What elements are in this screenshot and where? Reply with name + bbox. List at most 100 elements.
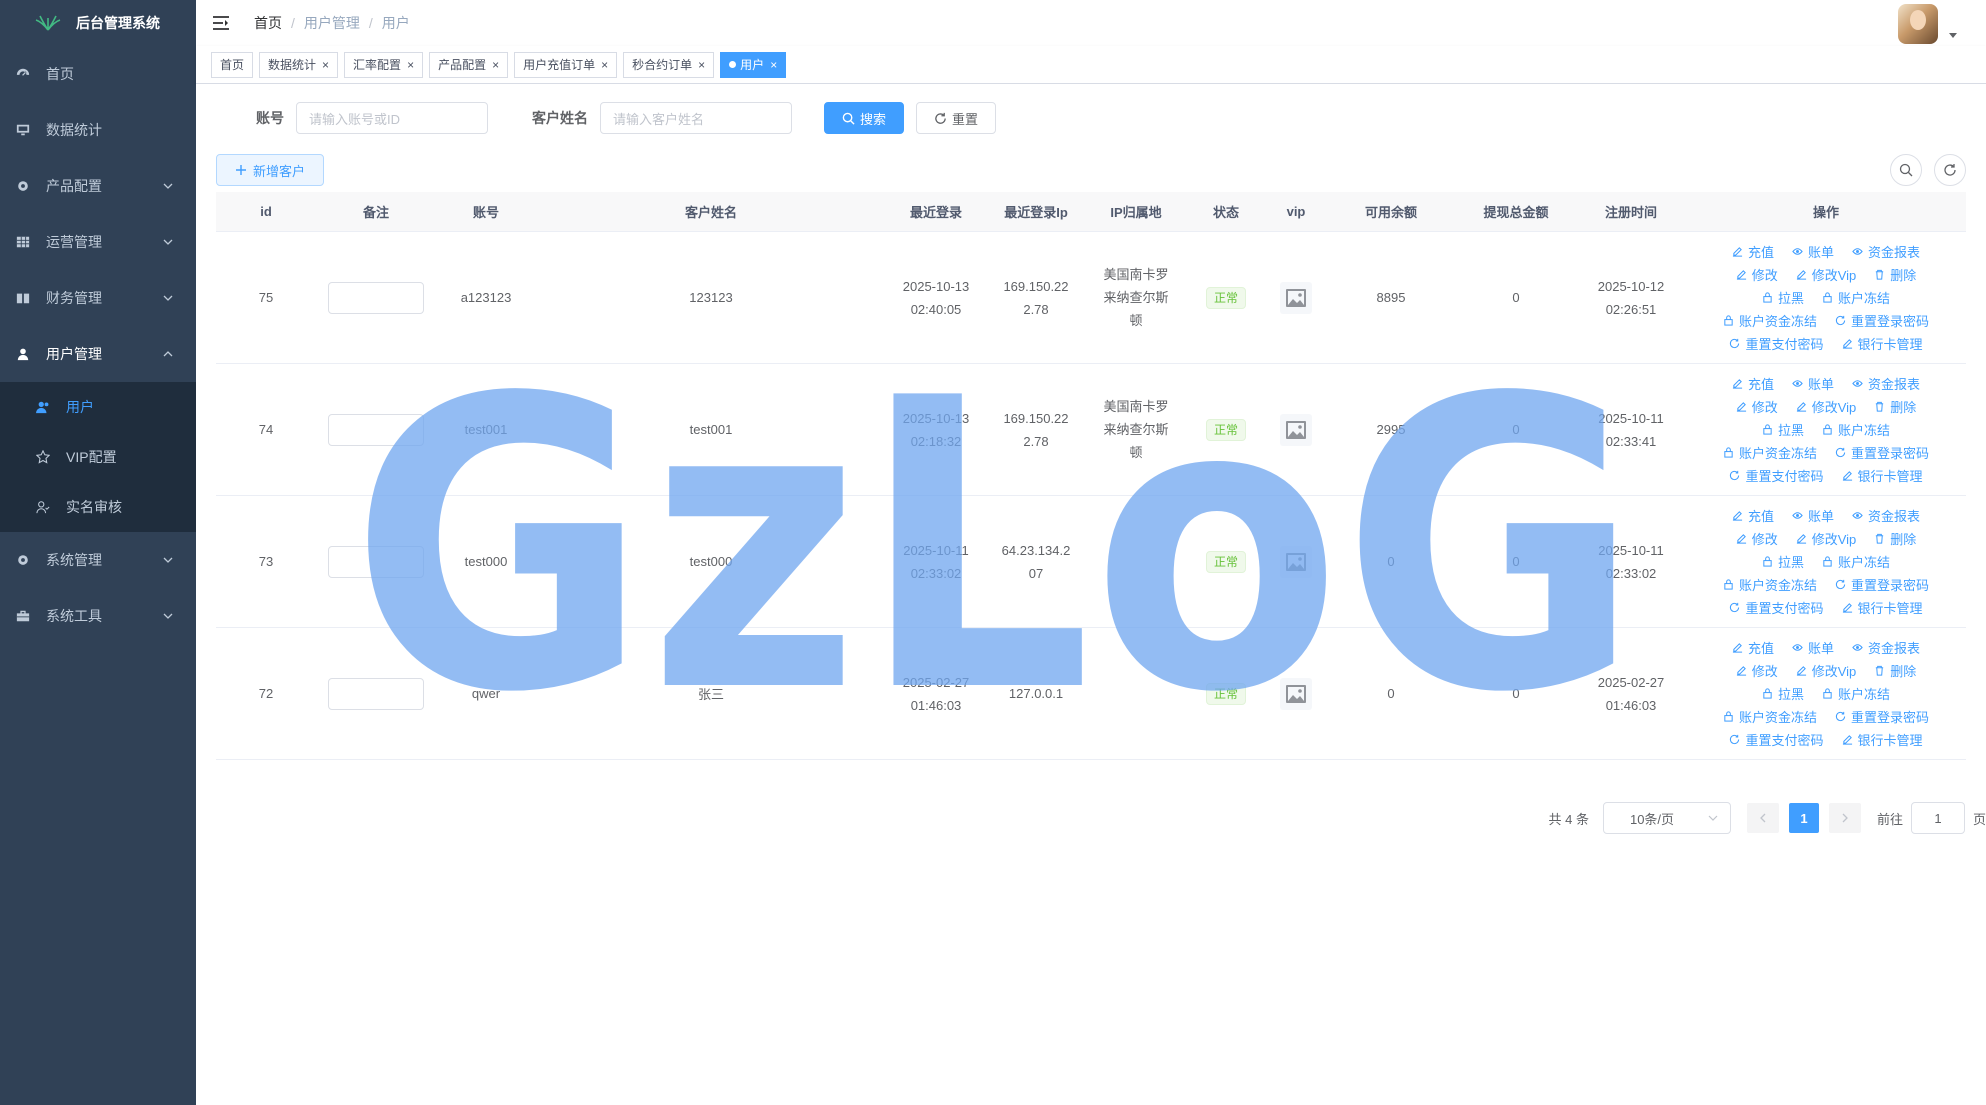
- close-icon[interactable]: ×: [492, 58, 499, 72]
- reset-button[interactable]: 重置: [916, 102, 996, 134]
- fund-report-button[interactable]: 资金报表: [1852, 638, 1920, 657]
- recharge-button[interactable]: 充值: [1732, 638, 1774, 657]
- tab-exchange-config[interactable]: 汇率配置 ×: [344, 51, 424, 78]
- hamburger-menu-icon[interactable]: [212, 14, 230, 32]
- customer-name-input[interactable]: 请输入客户姓名: [600, 102, 792, 134]
- bill-button[interactable]: 账单: [1792, 506, 1834, 525]
- blacklist-button[interactable]: 拉黑: [1762, 288, 1804, 307]
- reset-login-password-button[interactable]: 重置登录密码: [1835, 575, 1929, 594]
- note-input[interactable]: [328, 545, 424, 578]
- close-icon[interactable]: ×: [601, 58, 608, 72]
- vip-image[interactable]: [1280, 677, 1312, 710]
- close-icon[interactable]: ×: [407, 58, 414, 72]
- edit-vip-button[interactable]: 修改Vip: [1796, 529, 1856, 548]
- edit-button[interactable]: 修改: [1736, 529, 1778, 548]
- bank-card-button[interactable]: 银行卡管理: [1842, 334, 1923, 353]
- reset-pay-password-button[interactable]: 重置支付密码: [1729, 730, 1824, 749]
- edit-vip-button[interactable]: 修改Vip: [1796, 397, 1856, 416]
- bill-button[interactable]: 账单: [1792, 638, 1834, 657]
- user-avatar-menu[interactable]: [1898, 4, 1958, 44]
- blacklist-button[interactable]: 拉黑: [1762, 684, 1804, 703]
- fund-report-button[interactable]: 资金报表: [1852, 506, 1920, 525]
- reset-login-password-button[interactable]: 重置登录密码: [1835, 707, 1929, 726]
- tab-product-config[interactable]: 产品配置 ×: [429, 51, 509, 78]
- freeze-account-button[interactable]: 账户冻结: [1822, 684, 1890, 703]
- toggle-search-button[interactable]: [1890, 154, 1922, 186]
- app-logo[interactable]: 后台管理系统: [0, 0, 196, 46]
- sidebar-item-user-management[interactable]: 用户管理: [0, 326, 196, 382]
- delete-button[interactable]: 删除: [1874, 661, 1916, 680]
- cell-vip: [1266, 281, 1326, 314]
- bill-button[interactable]: 账单: [1792, 242, 1834, 261]
- note-input[interactable]: [328, 413, 424, 446]
- reset-pay-password-button[interactable]: 重置支付密码: [1729, 466, 1824, 485]
- tab-data-stats[interactable]: 数据统计 ×: [259, 51, 339, 78]
- search-button[interactable]: 搜索: [824, 102, 904, 134]
- goto-page-input[interactable]: 1: [1910, 802, 1965, 834]
- blacklist-button[interactable]: 拉黑: [1762, 552, 1804, 571]
- edit-button[interactable]: 修改: [1736, 661, 1778, 680]
- freeze-account-button[interactable]: 账户冻结: [1822, 420, 1890, 439]
- sidebar-item-vip-config[interactable]: VIP配置: [0, 432, 196, 482]
- reset-login-password-button[interactable]: 重置登录密码: [1835, 311, 1929, 330]
- next-page-button[interactable]: [1828, 803, 1861, 833]
- sidebar-item-stats[interactable]: 数据统计: [0, 102, 196, 158]
- fund-report-button[interactable]: 资金报表: [1852, 374, 1920, 393]
- add-customer-button[interactable]: 新增客户: [216, 154, 324, 186]
- reset-login-password-button[interactable]: 重置登录密码: [1835, 443, 1929, 462]
- recharge-button[interactable]: 充值: [1732, 242, 1774, 261]
- fund-report-button[interactable]: 资金报表: [1852, 242, 1920, 261]
- freeze-funds-button[interactable]: 账户资金冻结: [1723, 443, 1817, 462]
- page-size-select[interactable]: 10条/页: [1602, 802, 1731, 834]
- col-actions: 操作: [1812, 205, 1839, 220]
- close-icon[interactable]: ×: [698, 58, 705, 72]
- refresh-table-button[interactable]: [1934, 154, 1966, 186]
- freeze-account-button[interactable]: 账户冻结: [1822, 288, 1890, 307]
- sidebar-item-label: VIP配置: [66, 449, 117, 465]
- sidebar-item-system-tools[interactable]: 系统工具: [0, 588, 196, 644]
- prev-page-button[interactable]: [1746, 803, 1779, 833]
- delete-button[interactable]: 删除: [1874, 529, 1916, 548]
- avatar[interactable]: [1898, 4, 1938, 44]
- delete-button[interactable]: 删除: [1874, 397, 1916, 416]
- tab-recharge-orders[interactable]: 用户充值订单 ×: [514, 51, 618, 78]
- blacklist-button[interactable]: 拉黑: [1762, 420, 1804, 439]
- page-number-current[interactable]: 1: [1788, 803, 1819, 833]
- freeze-funds-button[interactable]: 账户资金冻结: [1723, 707, 1817, 726]
- sidebar-item-system-management[interactable]: 系统管理: [0, 532, 196, 588]
- freeze-funds-button[interactable]: 账户资金冻结: [1723, 311, 1817, 330]
- freeze-funds-button[interactable]: 账户资金冻结: [1723, 575, 1817, 594]
- vip-image[interactable]: [1280, 281, 1312, 314]
- delete-button[interactable]: 删除: [1874, 265, 1916, 284]
- freeze-account-button[interactable]: 账户冻结: [1822, 552, 1890, 571]
- reset-pay-password-button[interactable]: 重置支付密码: [1729, 334, 1824, 353]
- close-icon[interactable]: ×: [322, 58, 329, 72]
- edit-button[interactable]: 修改: [1736, 397, 1778, 416]
- vip-image[interactable]: [1280, 545, 1312, 578]
- edit-vip-button[interactable]: 修改Vip: [1796, 265, 1856, 284]
- tab-users[interactable]: 用户 ×: [720, 51, 787, 78]
- bank-card-button[interactable]: 银行卡管理: [1842, 730, 1923, 749]
- edit-vip-button[interactable]: 修改Vip: [1796, 661, 1856, 680]
- recharge-button[interactable]: 充值: [1732, 506, 1774, 525]
- sidebar-item-users[interactable]: 用户: [0, 382, 196, 432]
- account-search-input[interactable]: 请输入账号或ID: [296, 102, 488, 134]
- note-input[interactable]: [328, 677, 424, 710]
- bank-card-button[interactable]: 银行卡管理: [1842, 466, 1923, 485]
- edit-button[interactable]: 修改: [1736, 265, 1778, 284]
- sidebar-item-kyc-review[interactable]: 实名审核: [0, 482, 196, 532]
- sidebar-item-finance[interactable]: 财务管理: [0, 270, 196, 326]
- sidebar-item-home[interactable]: 首页: [0, 46, 196, 102]
- close-icon[interactable]: ×: [770, 58, 777, 72]
- reset-pay-password-button[interactable]: 重置支付密码: [1729, 598, 1824, 617]
- bill-button[interactable]: 账单: [1792, 374, 1834, 393]
- tab-home[interactable]: 首页: [211, 51, 254, 78]
- vip-image[interactable]: [1280, 413, 1312, 446]
- bank-card-button[interactable]: 银行卡管理: [1842, 598, 1923, 617]
- recharge-button[interactable]: 充值: [1732, 374, 1774, 393]
- sidebar-item-operations[interactable]: 运营管理: [0, 214, 196, 270]
- sidebar-item-product-config[interactable]: 产品配置: [0, 158, 196, 214]
- breadcrumb-home[interactable]: 首页: [254, 13, 282, 33]
- note-input[interactable]: [328, 281, 424, 314]
- tab-contract-orders[interactable]: 秒合约订单 ×: [623, 51, 715, 78]
